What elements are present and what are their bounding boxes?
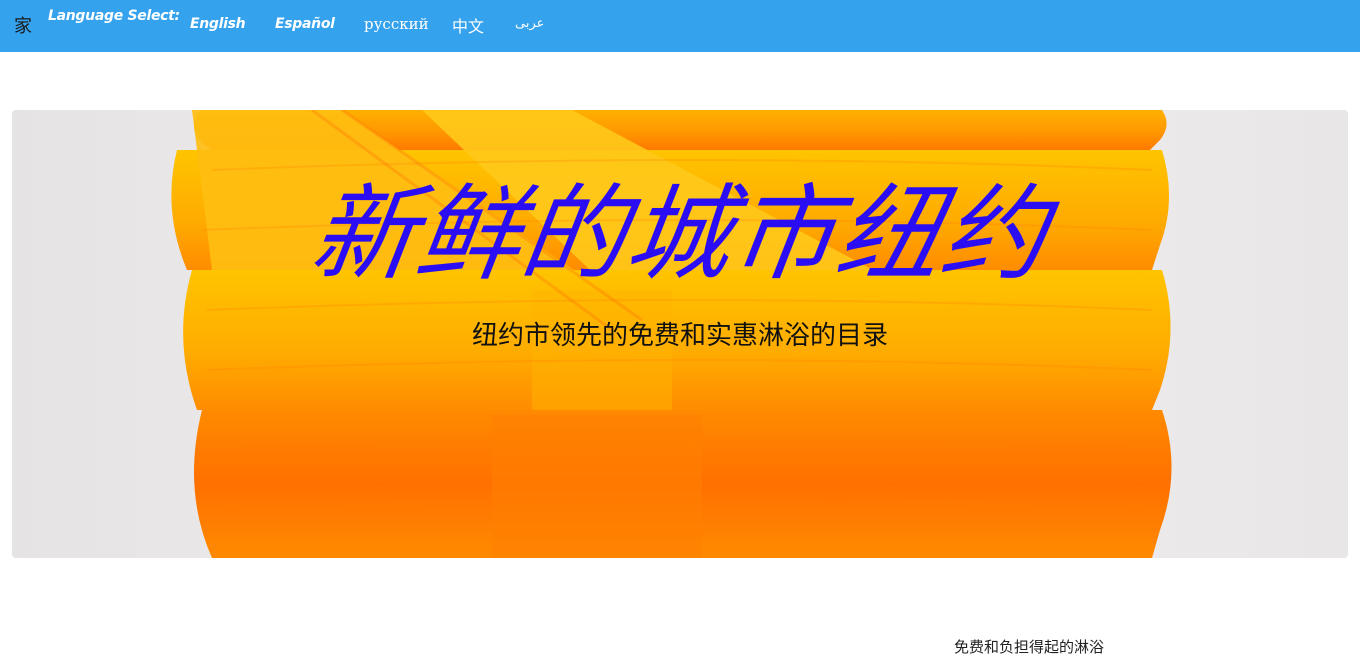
section-heading-partial: 免费和负担得起的淋浴 xyxy=(954,638,1105,656)
language-link-arabic[interactable]: عربى xyxy=(515,16,544,31)
language-link-english[interactable]: English xyxy=(190,16,246,32)
language-link-spanish[interactable]: Español xyxy=(275,16,335,32)
language-link-russian[interactable]: русский xyxy=(364,15,429,33)
home-link[interactable]: 家 xyxy=(14,12,32,38)
hero-subtitle: 纽约市领先的免费和实惠淋浴的目录 xyxy=(471,321,888,351)
language-select-label: Language Select: xyxy=(48,8,180,24)
hero-title: 新鲜的城市纽约 xyxy=(303,173,1057,295)
hero-banner: 新鲜的城市纽约 纽约市领先的免费和实惠淋浴的目录 xyxy=(12,110,1348,558)
top-navigation-bar: 家 Language Select: English Español русск… xyxy=(0,0,1360,52)
language-link-chinese[interactable]: 中文 xyxy=(452,13,484,37)
